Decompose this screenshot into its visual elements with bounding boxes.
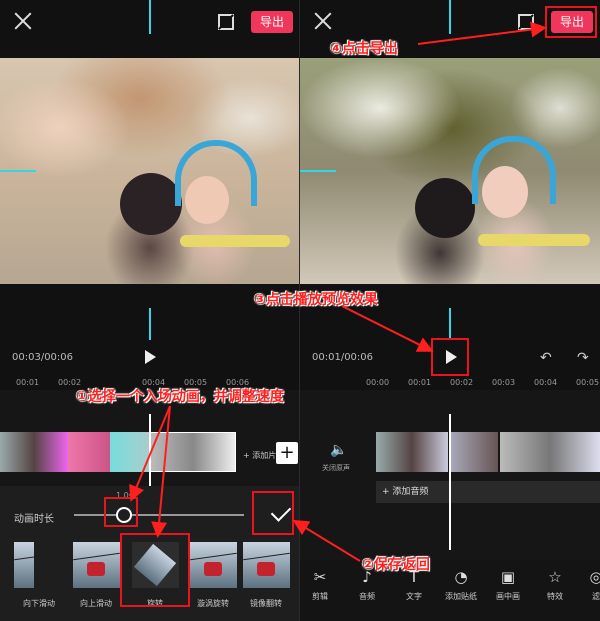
- video-clip[interactable]: [450, 432, 498, 472]
- tool-label: 音频: [359, 592, 375, 601]
- annotation-step4: ④点击导出: [330, 41, 398, 57]
- scissors-icon: ✂: [313, 568, 327, 586]
- sticker-icon: ◔: [454, 568, 468, 586]
- ruler-tick: 00:03: [492, 378, 516, 387]
- ruler-tick: 00:01: [16, 378, 40, 387]
- video-clip[interactable]: [0, 432, 68, 472]
- add-audio-button[interactable]: + 添加音频: [376, 481, 600, 503]
- highlight-box-slider: [104, 497, 138, 527]
- cursor-line: [149, 308, 151, 340]
- top-bar: 导出: [0, 0, 300, 46]
- playhead[interactable]: [449, 414, 451, 550]
- ruler-tick: 00:01: [408, 378, 432, 387]
- close-icon[interactable]: [14, 12, 32, 30]
- annotation-step3: ③点击播放预览效果: [254, 292, 378, 308]
- cursor-line: [149, 0, 151, 34]
- tool-label: 滤: [592, 592, 600, 601]
- tool-cut[interactable]: ✂ 剪辑: [300, 568, 340, 602]
- cursor-line-h: [300, 170, 336, 172]
- animation-label: 漩涡旋转: [197, 599, 229, 608]
- play-icon[interactable]: [145, 350, 156, 364]
- add-clip-button[interactable]: +: [276, 442, 298, 464]
- animation-thumb[interactable]: [190, 542, 237, 588]
- baby-seat: [175, 140, 257, 206]
- ruler-tick: 00:00: [366, 378, 390, 387]
- timecode: 00:01/00:06: [312, 352, 374, 363]
- video-preview: [300, 58, 600, 284]
- cursor-line: [449, 0, 451, 34]
- duration-label: 动画时长: [14, 514, 54, 525]
- tool-label: 文字: [406, 592, 422, 601]
- bottom-toolbar: ✂ 剪辑 ♪ 音频 T 文字 ◔ 添加贴纸 ▣ 画中画 ☆ 特效 ◎ 滤: [300, 560, 600, 621]
- animation-thumb[interactable]: [14, 542, 34, 588]
- redo-icon[interactable]: ↷: [577, 350, 589, 366]
- tool-label: 画中画: [496, 592, 520, 601]
- baby-seat: [472, 136, 556, 204]
- seat-tray: [478, 234, 590, 246]
- ruler-tick: 00:05: [576, 378, 600, 387]
- mute-original-label[interactable]: 关闭原声: [322, 463, 350, 473]
- speaker-icon[interactable]: 🔈: [330, 442, 347, 458]
- tool-label: 剪辑: [312, 592, 328, 601]
- animation-label: 向下滑动: [23, 599, 55, 608]
- tool-label: 添加贴纸: [445, 592, 477, 601]
- annotation-step2: ②保存返回: [362, 557, 430, 573]
- animation-thumb[interactable]: [243, 542, 290, 588]
- child-figure: [415, 178, 475, 238]
- right-screen: 导出 00:01/00:06 ↶ ↷ 00:00 00:01 00:02 00:…: [300, 0, 600, 621]
- seat-tray: [180, 235, 290, 247]
- tool-filter[interactable]: ◎ 滤: [576, 568, 600, 602]
- video-clip[interactable]: [110, 432, 150, 472]
- duration-slider-track[interactable]: [74, 514, 244, 516]
- video-preview: [0, 58, 300, 284]
- animation-label: 向上滑动: [80, 599, 112, 608]
- video-clip[interactable]: [150, 432, 236, 472]
- highlight-box-animation: [120, 533, 190, 607]
- fullscreen-icon[interactable]: [218, 14, 234, 30]
- video-clip[interactable]: [500, 432, 600, 472]
- video-clip[interactable]: [376, 432, 448, 472]
- export-button[interactable]: 导出: [251, 11, 293, 33]
- animation-thumb[interactable]: [73, 542, 120, 588]
- tool-label: 特效: [547, 592, 563, 601]
- animation-label: 镜像翻转: [250, 599, 282, 608]
- add-clip-label[interactable]: + 添加片: [243, 450, 276, 461]
- timecode: 00:03/00:06: [12, 352, 74, 363]
- pip-icon: ▣: [500, 568, 516, 586]
- tool-pip[interactable]: ▣ 画中画: [488, 568, 528, 602]
- highlight-box-play: [431, 338, 469, 376]
- tool-effects[interactable]: ☆ 特效: [535, 568, 575, 602]
- ruler-tick: 00:04: [534, 378, 558, 387]
- highlight-box-confirm: [252, 491, 294, 535]
- highlight-box-export: [545, 6, 597, 38]
- tool-sticker[interactable]: ◔ 添加贴纸: [441, 568, 481, 602]
- filter-icon: ◎: [589, 568, 600, 586]
- child-figure: [120, 173, 182, 235]
- playhead[interactable]: [149, 414, 151, 486]
- timeline: 🔈 关闭原声 + 添加音频: [300, 390, 600, 560]
- cursor-line-h: [0, 170, 36, 172]
- video-clip[interactable]: [68, 432, 110, 472]
- undo-icon[interactable]: ↶: [540, 350, 552, 366]
- time-ruler: 00:00 00:01 00:02 00:03 00:04 00:05: [300, 376, 600, 390]
- annotation-step1: ①选择一个入场动画，并调整速度: [76, 389, 284, 405]
- fullscreen-icon[interactable]: [518, 14, 534, 30]
- cursor-line: [449, 308, 451, 340]
- ruler-tick: 00:02: [450, 378, 474, 387]
- star-icon: ☆: [548, 568, 562, 586]
- close-icon[interactable]: [314, 12, 332, 30]
